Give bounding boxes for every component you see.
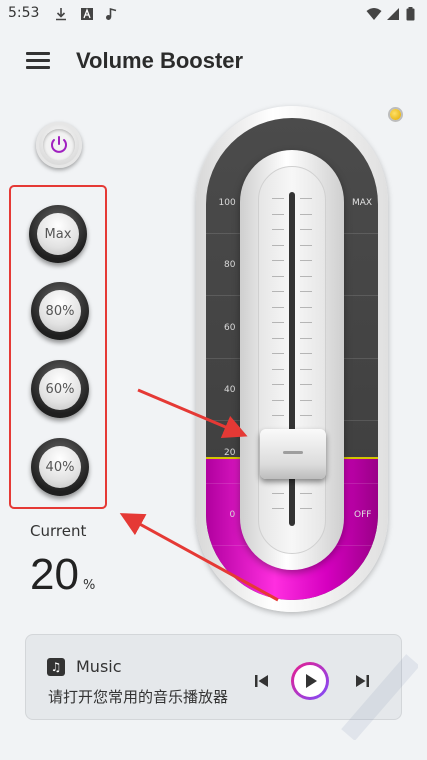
slider-tick <box>272 399 284 401</box>
slider-tick <box>300 508 312 509</box>
slider-tick <box>272 353 284 354</box>
slider-tick <box>272 415 284 416</box>
menu-button[interactable] <box>20 48 56 78</box>
slider-tick <box>272 508 284 509</box>
slider-tick <box>272 306 284 308</box>
slider-tick <box>272 337 284 339</box>
slider-tick <box>272 260 284 261</box>
app-title: Volume Booster <box>76 48 244 73</box>
power-button[interactable] <box>36 122 82 168</box>
preset-label: 40% <box>39 446 81 488</box>
scale-tick-label: 40 <box>224 385 236 396</box>
off-label: OFF <box>354 510 372 520</box>
slider-tick <box>272 198 284 199</box>
slider-tick <box>300 384 312 385</box>
slider-tick <box>272 384 284 385</box>
slider-tick <box>272 492 284 494</box>
slider-tick <box>272 291 284 292</box>
battery-icon <box>406 7 415 21</box>
scale-tick-label: 80 <box>224 260 236 271</box>
music-player-card[interactable] <box>25 634 402 720</box>
slider-tick <box>300 291 312 292</box>
download-icon <box>56 8 66 21</box>
preset-label: 80% <box>39 290 81 332</box>
scale-tick-label: 100 <box>218 198 236 208</box>
play-button[interactable] <box>291 662 329 700</box>
slider-tick <box>300 368 312 370</box>
slider-tick <box>300 213 312 215</box>
slider-tick <box>272 275 284 277</box>
thumb-grip <box>283 450 303 454</box>
preset-max-button[interactable]: Max <box>29 205 87 263</box>
slider-tick <box>272 213 284 215</box>
slider-tick <box>300 244 312 246</box>
skip-next-icon[interactable] <box>351 672 373 690</box>
slider-tick <box>300 353 312 354</box>
slider-tick <box>300 399 312 401</box>
preset-40-button[interactable]: 40% <box>31 438 89 496</box>
slider-tick <box>300 198 312 199</box>
skip-previous-icon[interactable] <box>251 672 273 690</box>
font-a-icon <box>81 8 93 20</box>
preset-60-button[interactable]: 60% <box>31 360 89 418</box>
slider-tick <box>300 275 312 277</box>
slider-tick <box>300 306 312 308</box>
wifi-icon <box>366 8 382 20</box>
music-title: Music <box>76 657 122 676</box>
slider-tick <box>300 322 312 323</box>
slider-tick <box>272 322 284 323</box>
max-label: MAX <box>352 198 373 208</box>
status-bar: 5:53 <box>0 0 427 30</box>
slider-tick <box>300 492 312 494</box>
slider-tick <box>272 244 284 246</box>
status-time: 5:53 <box>8 5 40 21</box>
music-note-icon: ♫ <box>47 658 65 676</box>
slider-tick <box>272 229 284 230</box>
volume-slider-thumb[interactable] <box>260 428 326 479</box>
scale-tick-label: 0 <box>229 510 236 520</box>
slider-tick <box>300 260 312 261</box>
slider-tick <box>300 337 312 339</box>
preset-80-button[interactable]: 80% <box>31 282 89 340</box>
slider-tick <box>272 368 284 370</box>
music-note-icon <box>106 7 117 20</box>
current-label: Current <box>30 522 87 540</box>
slider-tick <box>300 415 312 416</box>
hamburger-menu-icon <box>26 52 50 55</box>
preset-label: Max <box>37 213 79 255</box>
current-value: 20 <box>30 550 79 599</box>
slider-tick <box>300 229 312 230</box>
indicator-led <box>390 109 401 120</box>
scale-tick-label: 60 <box>224 322 236 333</box>
preset-label: 60% <box>39 368 81 410</box>
signal-icon <box>387 8 399 20</box>
scale-tick-label: 20 <box>224 447 236 458</box>
power-icon <box>51 136 67 153</box>
music-subtitle: 请打开您常用的音乐播放器 <box>48 688 229 706</box>
play-icon <box>306 674 317 688</box>
current-unit: % <box>83 578 96 593</box>
